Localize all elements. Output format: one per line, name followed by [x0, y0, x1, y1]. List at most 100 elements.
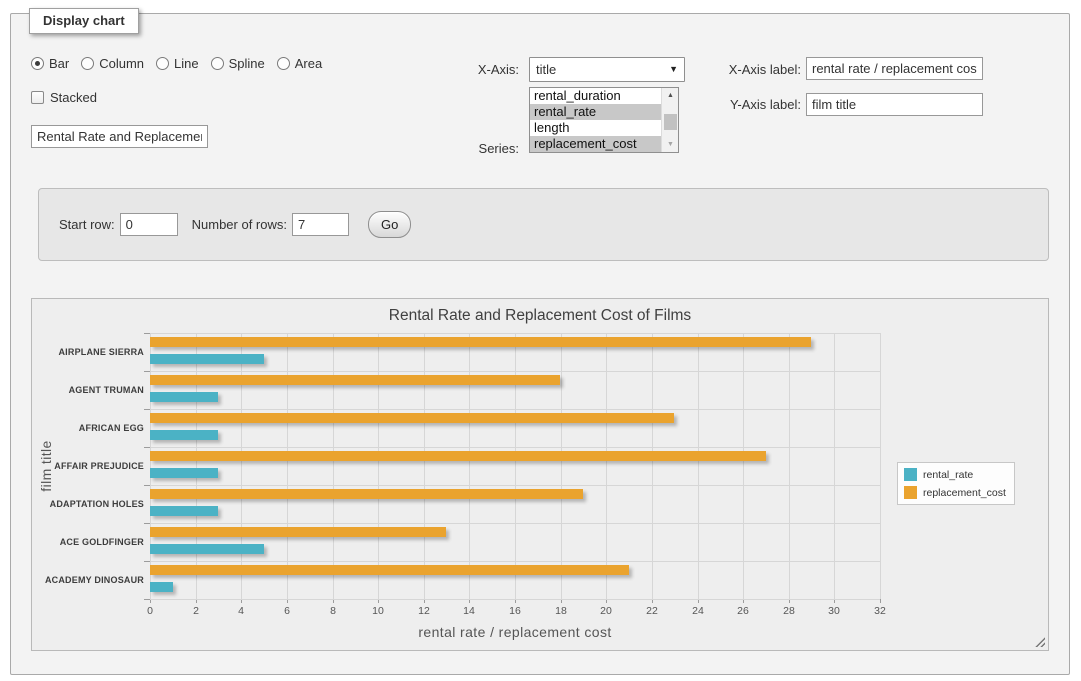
category-label: ACADEMY DINOSAUR: [32, 575, 144, 585]
x-axis-select-label: X-Axis:: [409, 62, 519, 77]
scroll-down-icon[interactable]: ▼: [662, 137, 679, 152]
number-of-rows-input[interactable]: [292, 213, 349, 236]
chart-type-option-area[interactable]: Area: [277, 56, 322, 71]
series-option-rental_duration[interactable]: rental_duration: [530, 88, 661, 104]
chart-type-option-bar[interactable]: Bar: [31, 56, 69, 71]
y-axis-label-input[interactable]: [806, 93, 983, 116]
resize-handle-icon[interactable]: [1034, 636, 1045, 647]
gridline-vertical: [469, 333, 470, 599]
bar-replacement_cost: [150, 565, 629, 575]
gridline-vertical: [287, 333, 288, 599]
chart-title: Rental Rate and Replacement Cost of Film…: [32, 307, 1048, 325]
category-label: AGENT TRUMAN: [32, 385, 144, 395]
series-option-replacement_cost[interactable]: replacement_cost: [530, 136, 661, 152]
gridline-vertical: [561, 333, 562, 599]
x-tick-label: 0: [130, 605, 170, 617]
gridline-horizontal: [150, 561, 880, 562]
chart-type-radio-group: Bar Column Line Spline Area: [31, 56, 322, 71]
gridline-vertical: [241, 333, 242, 599]
x-tick-label: 18: [541, 605, 581, 617]
series-option-length[interactable]: length: [530, 120, 661, 136]
bar-rental_rate: [150, 582, 173, 592]
bar-replacement_cost: [150, 527, 446, 537]
x-tick-label: 14: [449, 605, 489, 617]
legend-item-replacement_cost: replacement_cost: [904, 486, 1006, 499]
bar-rental_rate: [150, 506, 218, 516]
gridline-horizontal: [150, 523, 880, 524]
series-option-rental_rate[interactable]: rental_rate: [530, 104, 661, 120]
category-label: AFRICAN EGG: [32, 423, 144, 433]
gridline-vertical: [834, 333, 835, 599]
stacked-label: Stacked: [50, 90, 97, 105]
radio-icon: [156, 57, 169, 70]
x-tick-label: 20: [586, 605, 626, 617]
gridline-vertical: [652, 333, 653, 599]
series-multiselect[interactable]: rental_durationrental_ratelengthreplacem…: [529, 87, 679, 153]
legend-label: replacement_cost: [923, 487, 1006, 499]
x-tick-label: 22: [632, 605, 672, 617]
chart-title-input[interactable]: [31, 125, 208, 148]
legend-label: rental_rate: [923, 469, 973, 481]
y-tick-mark: [144, 409, 150, 410]
series-scrollbar[interactable]: ▲ ▼: [661, 88, 678, 152]
display-chart-panel: Display chart BarColumnLineSplineArea St…: [10, 13, 1070, 675]
gridline-vertical: [606, 333, 607, 599]
bar-replacement_cost: [150, 375, 560, 385]
scroll-up-icon[interactable]: ▲: [662, 88, 679, 103]
radio-option-label: Bar: [49, 56, 69, 71]
x-axis-label-field-label: X-Axis label:: [691, 62, 801, 77]
x-axis-select[interactable]: title ▼: [529, 57, 685, 82]
gridline-vertical: [150, 333, 151, 599]
x-axis-selected-value: title: [536, 62, 669, 77]
chart-type-option-spline[interactable]: Spline: [211, 56, 265, 71]
x-tick-label: 6: [267, 605, 307, 617]
bar-replacement_cost: [150, 451, 766, 461]
category-label: ADAPTATION HOLES: [32, 499, 144, 509]
y-tick-mark: [144, 599, 150, 600]
number-of-rows-label: Number of rows:: [192, 217, 287, 232]
chart-container: Rental Rate and Replacement Cost of Film…: [31, 298, 1049, 651]
gridline-vertical: [196, 333, 197, 599]
gridline-vertical: [424, 333, 425, 599]
gridline-vertical: [743, 333, 744, 599]
scrollbar-thumb[interactable]: [664, 114, 677, 130]
go-button[interactable]: Go: [368, 211, 411, 238]
legend-swatch: [904, 486, 917, 499]
stacked-checkbox-row[interactable]: Stacked: [31, 90, 97, 105]
plot-area: [150, 333, 880, 599]
x-tick-label: 16: [495, 605, 535, 617]
gridline-horizontal: [150, 333, 880, 334]
category-label: AFFAIR PREJUDICE: [32, 461, 144, 471]
panel-title-tab: Display chart: [29, 8, 139, 34]
radio-option-label: Line: [174, 56, 199, 71]
bar-rental_rate: [150, 468, 218, 478]
x-tick-label: 32: [860, 605, 900, 617]
y-tick-mark: [144, 561, 150, 562]
x-axis-label-input[interactable]: [806, 57, 983, 80]
bar-rental_rate: [150, 354, 264, 364]
x-tick-label: 26: [723, 605, 763, 617]
radio-option-label: Column: [99, 56, 144, 71]
gridline-vertical: [378, 333, 379, 599]
stacked-checkbox[interactable]: [31, 91, 44, 104]
bar-replacement_cost: [150, 337, 811, 347]
chart-type-option-column[interactable]: Column: [81, 56, 144, 71]
radio-option-label: Area: [295, 56, 322, 71]
chart-type-option-line[interactable]: Line: [156, 56, 199, 71]
x-tick-mark: [880, 599, 881, 603]
radio-icon: [277, 57, 290, 70]
y-tick-mark: [144, 333, 150, 334]
legend-swatch: [904, 468, 917, 481]
gridline-horizontal: [150, 409, 880, 410]
start-row-input[interactable]: [120, 213, 178, 236]
x-tick-label: 28: [769, 605, 809, 617]
y-tick-mark: [144, 523, 150, 524]
series-select-label: Series:: [409, 141, 519, 156]
chart-legend: rental_rate replacement_cost: [897, 462, 1015, 505]
x-tick-label: 8: [313, 605, 353, 617]
x-tick-label: 30: [814, 605, 854, 617]
x-tick-label: 2: [176, 605, 216, 617]
x-tick-label: 24: [678, 605, 718, 617]
gridline-horizontal: [150, 447, 880, 448]
radio-option-label: Spline: [229, 56, 265, 71]
